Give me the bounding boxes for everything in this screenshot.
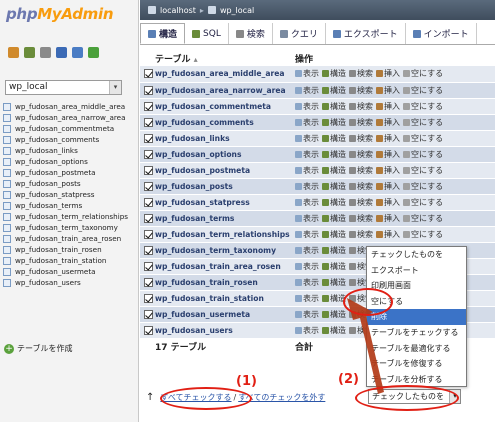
annotation-arrow-icon	[347, 298, 384, 394]
annotation-step-1: (1)	[236, 374, 257, 389]
annotation-ring-delete-option	[343, 288, 393, 316]
annotation-step-2: (2)	[338, 372, 359, 387]
annotation-ring-check-all	[160, 387, 252, 410]
annotation-ring-with-selected	[355, 385, 459, 411]
